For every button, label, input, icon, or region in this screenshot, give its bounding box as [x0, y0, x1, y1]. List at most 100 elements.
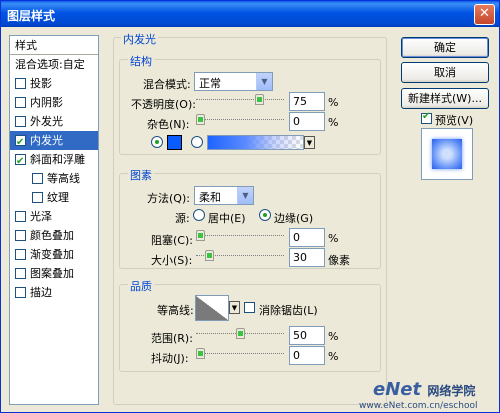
- slider-thumb[interactable]: [205, 250, 214, 261]
- layer-style-dialog: 图层样式 ✕ 样式混合选项:自定投影内阴影外发光内发光斜面和浮雕等高线纹理光泽颜…: [0, 0, 500, 413]
- structure-legend: 结构: [128, 53, 154, 69]
- preview-thumbnail: [432, 139, 462, 169]
- blend-mode-select[interactable]: 正常 ▼: [194, 72, 273, 91]
- style-list-label: 样式: [15, 39, 37, 52]
- contour-dropdown-icon[interactable]: ▼: [229, 301, 240, 314]
- ok-button[interactable]: 确定: [401, 37, 489, 58]
- style-checkbox[interactable]: [32, 192, 43, 203]
- slider-thumb[interactable]: [236, 328, 245, 339]
- style-list-label: 内发光: [30, 134, 63, 147]
- noise-input[interactable]: 0: [289, 112, 325, 131]
- glow-color-swatch[interactable]: [167, 135, 182, 150]
- source-edge-radio[interactable]: [259, 209, 271, 221]
- choke-input[interactable]: 0: [289, 228, 325, 247]
- antialias-checkbox[interactable]: [244, 302, 255, 313]
- style-checkbox[interactable]: [15, 97, 26, 108]
- source-center-label[interactable]: 居中(E): [208, 210, 246, 226]
- antialias-label[interactable]: 消除锯齿(L): [259, 302, 318, 318]
- watermark-brand: eNet: [373, 379, 422, 400]
- size-unit: 像素: [328, 254, 350, 267]
- range-input[interactable]: 50: [289, 326, 325, 345]
- gradient-dropdown-icon[interactable]: ▼: [304, 136, 315, 149]
- solid-color-radio[interactable]: [151, 136, 163, 148]
- style-list-item[interactable]: 渐变叠加: [10, 245, 98, 264]
- style-list-label: 内阴影: [30, 96, 63, 109]
- style-list-label: 混合选项:自定: [15, 58, 85, 71]
- range-slider[interactable]: [196, 328, 284, 339]
- style-checkbox[interactable]: [15, 116, 26, 127]
- style-list-item[interactable]: 混合选项:自定: [10, 55, 98, 74]
- slider-track: [196, 99, 284, 100]
- style-list-label: 斜面和浮雕: [30, 153, 85, 166]
- style-checkbox[interactable]: [15, 211, 26, 222]
- style-list-item[interactable]: 图案叠加: [10, 264, 98, 283]
- method-value: 柔和: [199, 191, 221, 204]
- size-label: 大小(S):: [151, 254, 193, 267]
- noise-unit: %: [328, 116, 339, 129]
- style-checkbox[interactable]: [15, 133, 26, 152]
- style-list-item[interactable]: 内阴影: [10, 93, 98, 112]
- method-select[interactable]: 柔和 ▼: [194, 186, 254, 205]
- style-list-item[interactable]: 斜面和浮雕: [10, 150, 98, 171]
- choke-label: 阻塞(C):: [151, 234, 193, 247]
- style-checkbox[interactable]: [15, 78, 26, 89]
- style-list-item[interactable]: 颜色叠加: [10, 226, 98, 245]
- style-checkbox[interactable]: [15, 152, 26, 171]
- source-edge-label[interactable]: 边缘(G): [274, 210, 313, 226]
- size-slider[interactable]: [196, 250, 284, 261]
- opacity-label: 不透明度(O):: [131, 98, 196, 111]
- opacity-input[interactable]: 75: [289, 92, 325, 111]
- quality-legend: 品质: [128, 278, 154, 294]
- slider-thumb[interactable]: [196, 114, 205, 125]
- style-list-label: 渐变叠加: [30, 248, 74, 261]
- style-list-item[interactable]: 投影: [10, 74, 98, 93]
- slider-track: [196, 353, 284, 354]
- jitter-unit: %: [328, 350, 339, 363]
- new-style-button[interactable]: 新建样式(W)...: [401, 88, 489, 109]
- style-list-item[interactable]: 纹理: [10, 188, 98, 207]
- style-list-item[interactable]: 等高线: [10, 169, 98, 188]
- chevron-down-icon: ▼: [237, 187, 253, 204]
- style-list-item[interactable]: 外发光: [10, 112, 98, 131]
- gradient-radio[interactable]: [191, 136, 203, 148]
- slider-track: [196, 235, 284, 236]
- preview-label[interactable]: 预览(V): [435, 112, 473, 128]
- style-checkbox[interactable]: [15, 249, 26, 260]
- choke-slider[interactable]: [196, 230, 284, 241]
- title-bar: 图层样式 ✕: [1, 1, 499, 27]
- style-checkbox[interactable]: [15, 287, 26, 298]
- source-center-radio[interactable]: [193, 209, 205, 221]
- close-button[interactable]: ✕: [474, 4, 495, 25]
- style-list-label: 颜色叠加: [30, 229, 74, 242]
- style-checkbox[interactable]: [32, 173, 43, 184]
- style-list-item[interactable]: 光泽: [10, 207, 98, 226]
- style-list-item[interactable]: 描边: [10, 283, 98, 302]
- opacity-slider[interactable]: [196, 94, 284, 105]
- style-list-label: 纹理: [47, 191, 69, 204]
- noise-slider[interactable]: [196, 114, 284, 125]
- style-list-label: 投影: [30, 77, 52, 90]
- window-title: 图层样式: [7, 9, 56, 23]
- jitter-label: 抖动(J):: [151, 352, 189, 365]
- style-list-item[interactable]: 内发光: [10, 131, 98, 152]
- slider-thumb[interactable]: [196, 348, 205, 359]
- style-checkbox[interactable]: [15, 268, 26, 279]
- style-checkbox[interactable]: [15, 230, 26, 241]
- gradient-swatch[interactable]: [207, 135, 304, 150]
- size-input[interactable]: 30: [289, 248, 325, 267]
- watermark: eNet 网络学院 www.eNet.com.cn/eschool: [359, 379, 477, 411]
- style-list-label: 图案叠加: [30, 267, 74, 280]
- slider-thumb[interactable]: [255, 94, 264, 105]
- style-list: 样式混合选项:自定投影内阴影外发光内发光斜面和浮雕等高线纹理光泽颜色叠加渐变叠加…: [9, 35, 99, 405]
- jitter-slider[interactable]: [196, 348, 284, 359]
- slider-thumb[interactable]: [196, 230, 205, 241]
- contour-preview[interactable]: [195, 295, 229, 321]
- blend-mode-value: 正常: [199, 77, 221, 90]
- range-unit: %: [328, 330, 339, 343]
- preview-checkbox[interactable]: [421, 111, 432, 124]
- jitter-input[interactable]: 0: [289, 346, 325, 365]
- cancel-button[interactable]: 取消: [401, 62, 489, 83]
- range-label: 范围(R):: [151, 332, 193, 345]
- inner-glow-title: 内发光: [121, 31, 158, 47]
- style-list-item[interactable]: 样式: [10, 36, 98, 55]
